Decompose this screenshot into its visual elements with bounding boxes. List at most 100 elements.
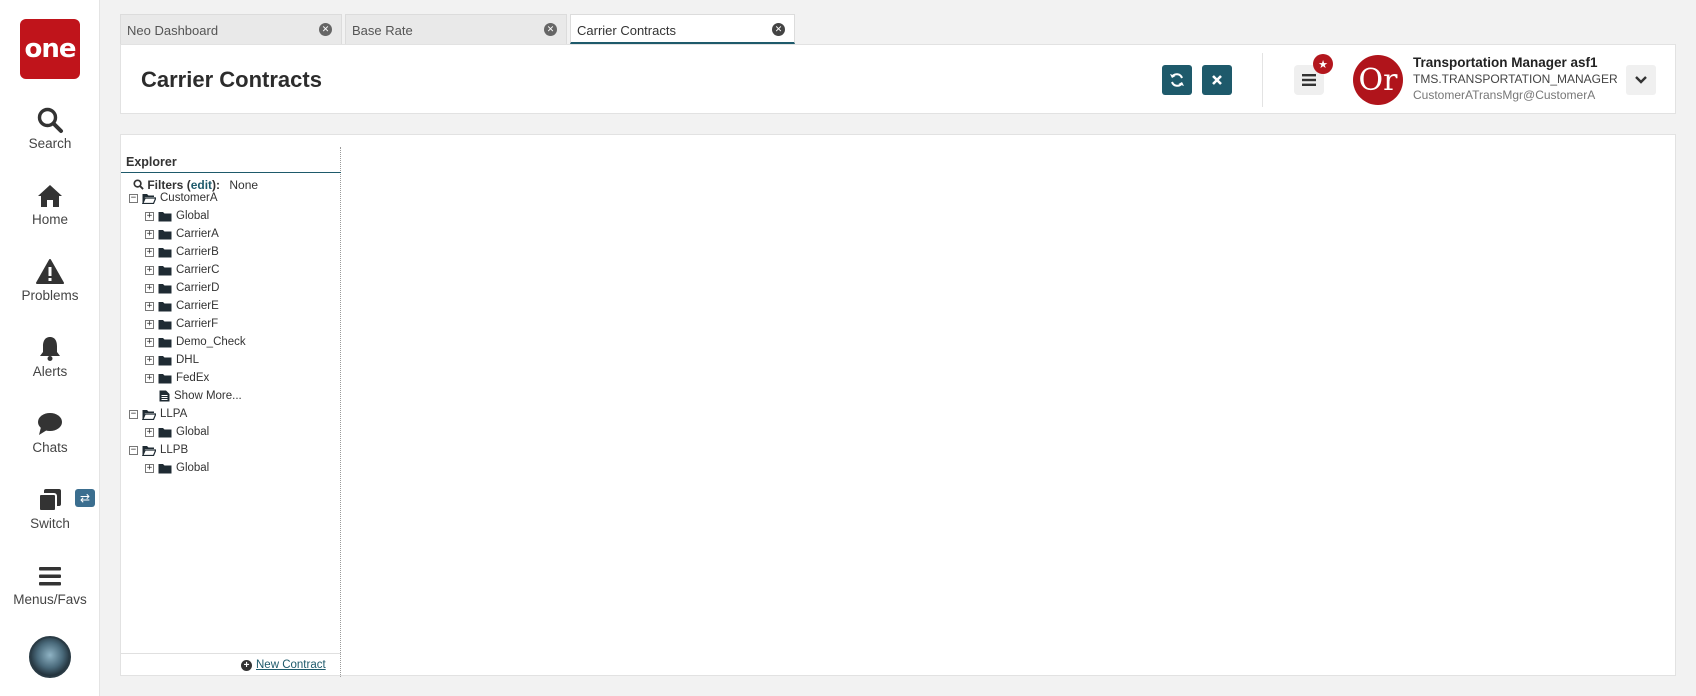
tree-node[interactable]: Show More... [145, 387, 242, 405]
explorer-divider [121, 172, 341, 173]
folder-icon [158, 266, 172, 276]
folder-icon [158, 338, 172, 348]
close-icon[interactable]: ✕ [772, 23, 785, 36]
home-icon [38, 185, 62, 207]
chat-icon [38, 413, 62, 435]
nav-switch-label: Switch [30, 516, 70, 531]
tree-node-label: CarrierB [176, 246, 219, 258]
close-icon[interactable]: ✕ [544, 23, 557, 36]
tree-node-label: CarrierD [176, 282, 220, 294]
tree-node[interactable]: + CarrierA [145, 225, 219, 243]
tree-node[interactable]: + Global [145, 423, 209, 441]
expand-icon[interactable]: + [145, 229, 154, 239]
close-icon[interactable]: ✕ [319, 23, 332, 36]
nav-menus-favs[interactable]: Menus/Favs [0, 562, 100, 607]
expand-icon[interactable]: + [145, 337, 154, 347]
expand-icon[interactable]: + [145, 463, 154, 473]
tree-node-label: Global [176, 426, 210, 438]
nav-search[interactable]: Search [0, 106, 100, 151]
page-title: Carrier Contracts [141, 67, 322, 92]
expand-icon[interactable]: + [145, 247, 154, 257]
user-role: TMS.TRANSPORTATION_MANAGER [1413, 72, 1618, 86]
tree-node[interactable]: + CarrierF [145, 315, 218, 333]
warning-icon [36, 259, 64, 284]
collapse-icon[interactable]: − [129, 409, 138, 419]
page-header: Carrier Contracts ★ Or Transportation Ma… [120, 44, 1676, 114]
nav-problems[interactable]: Problems [0, 258, 100, 303]
expand-icon[interactable]: + [145, 355, 154, 365]
folder-open-icon [142, 446, 156, 456]
tree-node[interactable]: + Global [145, 459, 209, 477]
tree-node[interactable]: − LLPA [129, 405, 187, 423]
tab-label: Neo Dashboard [127, 23, 219, 38]
chevron-down-icon [1635, 76, 1647, 84]
refresh-button[interactable] [1162, 65, 1192, 95]
tree-node[interactable]: + Demo_Check [145, 333, 246, 351]
tree-node[interactable]: + FedEx [145, 369, 209, 387]
folder-icon [158, 302, 172, 312]
tree-node[interactable]: + DHL [145, 351, 199, 369]
explorer-title: Explorer [126, 155, 177, 169]
tree-node-label: Global [176, 210, 210, 222]
refresh-icon [1170, 73, 1184, 87]
tree-node[interactable]: + CarrierB [145, 243, 219, 261]
tab-label: Carrier Contracts [577, 23, 676, 38]
user-avatar[interactable]: Or [1353, 55, 1403, 105]
close-icon [1212, 75, 1222, 85]
nav-alerts[interactable]: Alerts [0, 334, 100, 379]
tree-node-label: LLPB [160, 444, 189, 456]
expand-icon[interactable]: + [145, 373, 154, 383]
tree-node-label: CustomerA [160, 192, 218, 204]
nav-chats[interactable]: Chats [0, 410, 100, 455]
explorer-panel: Explorer Filters (edit): None − CustomerA… [121, 147, 341, 677]
switch-badge[interactable]: ⇄ [75, 489, 95, 507]
nav-chats-label: Chats [32, 440, 68, 455]
tab-carrier-contracts[interactable]: Carrier Contracts ✕ [570, 14, 795, 44]
plus-circle-icon: + [241, 659, 252, 671]
expand-icon[interactable]: + [145, 211, 154, 221]
tree-node-label: Show More... [174, 390, 242, 402]
filters-value: None [229, 178, 259, 192]
folder-icon [158, 248, 172, 258]
left-nav: one Search Home Problems Alerts Chats Sw… [0, 0, 100, 696]
assistant-avatar[interactable] [29, 636, 71, 678]
folder-icon [158, 464, 172, 474]
nav-search-label: Search [28, 136, 72, 151]
user-dropdown-button[interactable] [1626, 65, 1656, 95]
tree-node-label: CarrierE [176, 300, 219, 312]
tree-node-label: CarrierA [176, 228, 219, 240]
expand-icon[interactable]: + [145, 265, 154, 275]
expand-icon[interactable]: + [145, 301, 154, 311]
one-logo[interactable]: one [20, 19, 80, 79]
expand-icon[interactable]: + [145, 283, 154, 293]
menu-icon [39, 567, 61, 586]
folder-open-icon [142, 410, 156, 420]
tree-node[interactable]: + CarrierD [145, 279, 219, 297]
collapse-icon[interactable]: − [129, 445, 138, 455]
bell-icon [40, 337, 60, 361]
tree-node[interactable]: + CarrierE [145, 297, 219, 315]
expand-icon[interactable]: + [145, 319, 154, 329]
star-badge-icon: ★ [1313, 54, 1333, 74]
tree-node[interactable]: + Global [145, 207, 209, 225]
folder-icon [158, 320, 172, 330]
tree-node[interactable]: − CustomerA [129, 189, 218, 207]
folder-icon [158, 428, 172, 438]
tree-node-label: DHL [176, 354, 200, 366]
tab-base-rate[interactable]: Base Rate ✕ [345, 14, 567, 44]
nav-home[interactable]: Home [0, 182, 100, 227]
nav-problems-label: Problems [21, 288, 79, 303]
folder-icon [158, 284, 172, 294]
nav-alerts-label: Alerts [32, 364, 68, 379]
tree-node[interactable]: + CarrierC [145, 261, 219, 279]
tab-neo-dashboard[interactable]: Neo Dashboard ✕ [120, 14, 342, 44]
folder-icon [158, 212, 172, 222]
header-divider [1262, 53, 1263, 107]
expand-icon[interactable]: + [145, 427, 154, 437]
close-page-button[interactable] [1202, 65, 1232, 95]
new-contract-link[interactable]: + New Contract [241, 659, 326, 671]
folder-icon [158, 374, 172, 384]
collapse-icon[interactable]: − [129, 193, 138, 203]
tree-node[interactable]: − LLPB [129, 441, 188, 459]
switch-icon [38, 489, 61, 512]
